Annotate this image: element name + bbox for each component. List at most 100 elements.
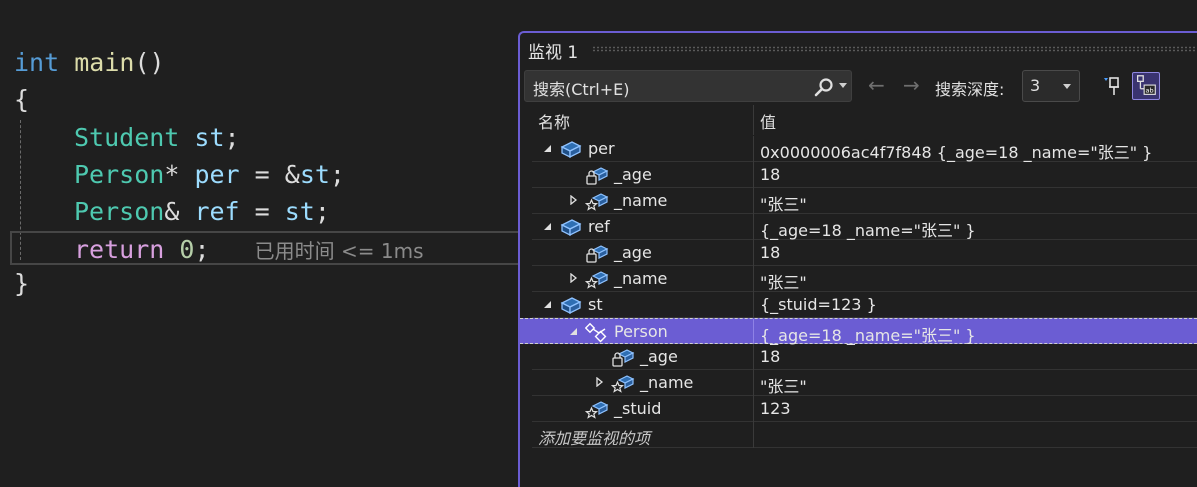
- column-separator[interactable]: [753, 105, 754, 135]
- row-value[interactable]: "张三": [760, 191, 807, 215]
- watch-row[interactable]: _name "张三": [532, 188, 1197, 214]
- code-line-student[interactable]: Student st;: [74, 119, 594, 156]
- var-st: st: [194, 123, 225, 152]
- search-placeholder: 搜索(Ctrl+E): [533, 80, 630, 99]
- star-field-icon: [585, 401, 609, 419]
- lock-field-icon: [586, 245, 609, 263]
- watch-titlebar[interactable]: 监视 1: [520, 33, 1197, 67]
- row-value[interactable]: 18: [760, 165, 780, 184]
- watch-row[interactable]: _age 18: [532, 240, 1197, 266]
- column-header-value[interactable]: 值: [760, 109, 776, 133]
- assign-op: =: [239, 160, 285, 189]
- watch-window[interactable]: 监视 1 搜索(Ctrl+E) ← → 搜索深度: 3 ab 名称 值 per …: [518, 31, 1197, 487]
- code-line-per[interactable]: Person* per = &st;: [74, 156, 594, 193]
- row-name: _age: [614, 243, 652, 262]
- row-name: _name: [640, 373, 694, 392]
- code-line-return[interactable]: return 0; 已用时间 <= 1ms: [74, 231, 594, 268]
- watch-row[interactable]: _name "张三": [532, 370, 1197, 396]
- watch-row[interactable]: per 0x0000006ac4f7f848 {_age=18 _name="张…: [532, 136, 1197, 162]
- watch-row[interactable]: _age 18: [532, 162, 1197, 188]
- add-watch-row[interactable]: 添加要监视的项: [532, 422, 1197, 448]
- add-watch-placeholder[interactable]: 添加要监视的项: [538, 425, 650, 449]
- back-arrow-icon[interactable]: ←: [868, 74, 885, 96]
- drag-grip[interactable]: [592, 46, 1197, 52]
- code-line-brace-open[interactable]: {: [14, 81, 534, 118]
- star-field-icon: [585, 271, 609, 289]
- row-value[interactable]: {_age=18 _name="张三" }: [760, 217, 976, 241]
- code-line-brace-close[interactable]: }: [14, 265, 534, 302]
- svg-text:ab: ab: [1146, 87, 1154, 95]
- chevron-down-icon: [1063, 84, 1071, 89]
- number-zero: 0: [179, 235, 195, 264]
- row-name: _age: [640, 347, 678, 366]
- watch-toolbar: 搜索(Ctrl+E) ← → 搜索深度: 3 ab: [520, 69, 1197, 103]
- keyword-return: return: [74, 235, 165, 264]
- column-divider: [753, 344, 754, 370]
- search-icon[interactable]: [813, 77, 835, 97]
- function-main: main: [74, 48, 135, 77]
- parens: (): [134, 48, 165, 77]
- column-divider: [753, 188, 754, 214]
- column-divider: [753, 162, 754, 188]
- forward-arrow-icon[interactable]: →: [903, 74, 920, 96]
- brace-close: }: [14, 269, 30, 298]
- row-name: _stuid: [614, 399, 662, 418]
- collapse-triangle-icon[interactable]: [542, 299, 552, 309]
- grid-header: 名称 值: [532, 105, 1197, 135]
- chevron-down-icon[interactable]: [839, 83, 847, 88]
- row-value[interactable]: {_age=18 _name="张三" }: [760, 322, 976, 346]
- collapse-triangle-icon[interactable]: [542, 221, 552, 231]
- row-value[interactable]: 0x0000006ac4f7f848 {_age=18 _name="张三" }: [760, 139, 1152, 163]
- column-divider: [753, 292, 754, 318]
- column-header-name[interactable]: 名称: [538, 109, 570, 133]
- search-input[interactable]: 搜索(Ctrl+E): [524, 70, 852, 102]
- collapse-triangle-icon[interactable]: [568, 326, 578, 336]
- semicolon: ;: [194, 235, 210, 264]
- row-value[interactable]: 123: [760, 399, 791, 418]
- star-field-icon: [585, 193, 609, 211]
- watch-title: 监视 1: [528, 43, 579, 63]
- elapsed-time-hint[interactable]: 已用时间 <= 1ms: [255, 239, 424, 263]
- row-name: per: [588, 139, 615, 158]
- expand-triangle-icon[interactable]: [568, 273, 578, 283]
- watch-row[interactable]: st {_stuid=123 }: [532, 292, 1197, 318]
- var-st: st: [299, 160, 330, 189]
- star-field-icon: [611, 375, 635, 393]
- row-value[interactable]: "张三": [760, 269, 807, 293]
- var-per: per: [194, 160, 240, 189]
- lock-field-icon: [612, 349, 635, 367]
- ab-display-icon[interactable]: ab: [1132, 72, 1160, 100]
- column-divider: [753, 240, 754, 266]
- row-value[interactable]: 18: [760, 347, 780, 366]
- watch-row-selected[interactable]: Person {_age=18 _name="张三" }: [520, 318, 1197, 346]
- watch-row[interactable]: _age 18: [532, 344, 1197, 370]
- collapse-triangle-icon[interactable]: [542, 143, 552, 153]
- code-editor[interactable]: int main() { Student st; Person* per = &…: [0, 0, 530, 487]
- row-value[interactable]: 18: [760, 243, 780, 262]
- keyword-int: int: [14, 48, 60, 77]
- watch-row[interactable]: _stuid 123: [532, 396, 1197, 422]
- ref-op: &: [164, 197, 180, 226]
- watch-row[interactable]: ref {_age=18 _name="张三" }: [532, 214, 1197, 240]
- semicolon: ;: [314, 197, 330, 226]
- column-divider: [753, 422, 754, 448]
- expand-triangle-icon[interactable]: [568, 195, 578, 205]
- code-line-main[interactable]: int main(): [14, 44, 534, 81]
- column-divider: [753, 266, 754, 292]
- expand-triangle-icon[interactable]: [594, 377, 604, 387]
- row-name: _name: [614, 269, 668, 288]
- addr-op: &: [284, 160, 300, 189]
- row-value[interactable]: "张三": [760, 373, 807, 397]
- row-value[interactable]: {_stuid=123 }: [760, 295, 877, 314]
- pin-icon[interactable]: [1100, 72, 1128, 100]
- code-line-ref[interactable]: Person& ref = st;: [74, 193, 594, 230]
- search-depth-select[interactable]: 3: [1022, 70, 1080, 102]
- column-divider: [753, 370, 754, 396]
- base-class-icon: [585, 322, 607, 343]
- assign-op: =: [239, 197, 285, 226]
- cube-object-icon: [560, 297, 582, 315]
- semicolon: ;: [224, 123, 240, 152]
- column-divider: [753, 136, 754, 162]
- watch-row[interactable]: _name "张三": [532, 266, 1197, 292]
- row-name: st: [588, 295, 603, 314]
